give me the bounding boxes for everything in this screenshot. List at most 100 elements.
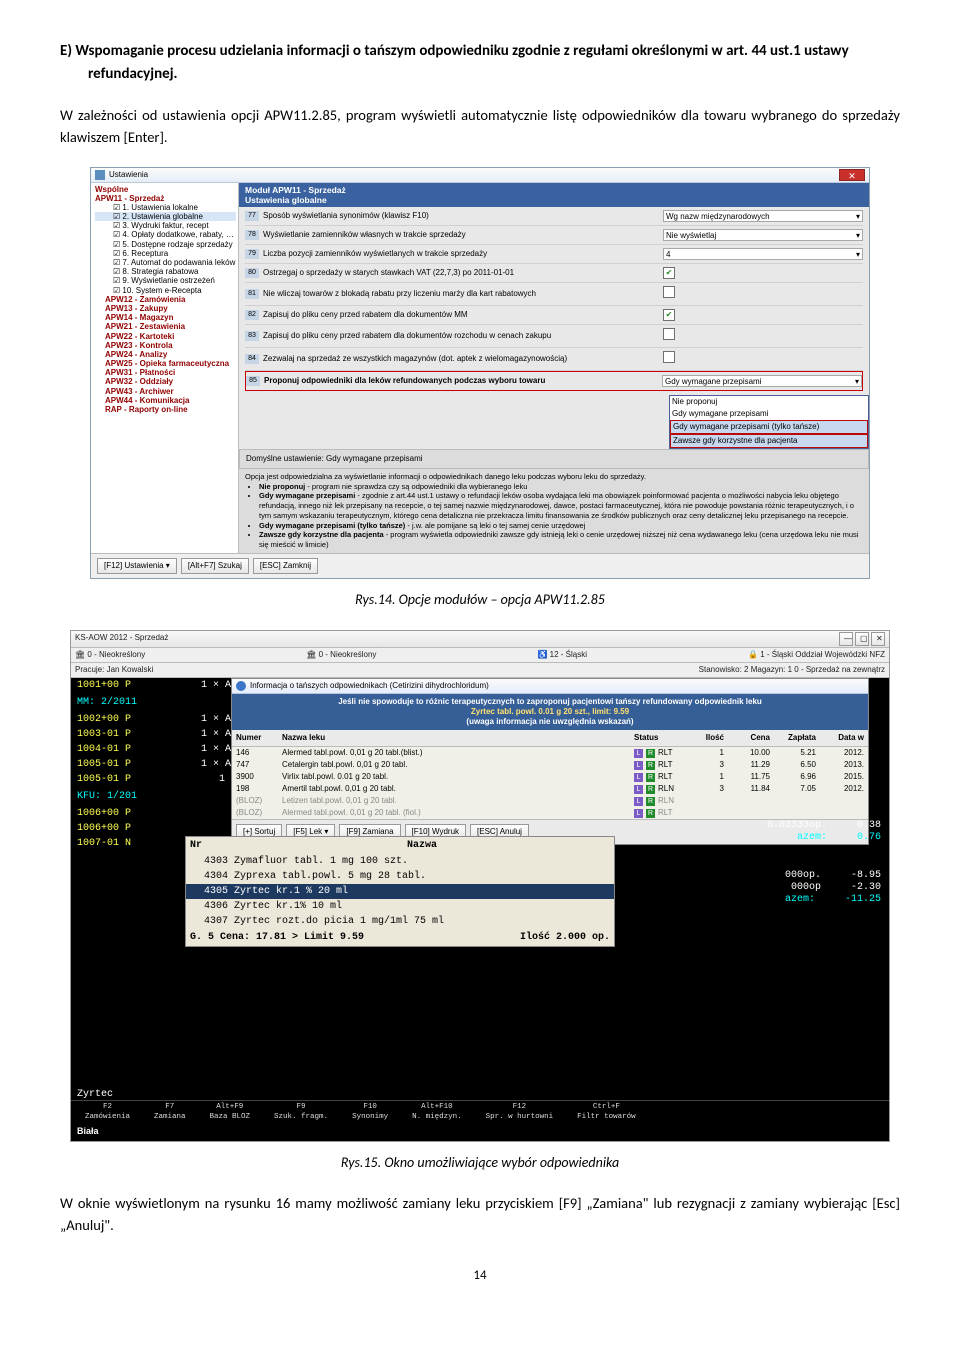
info-icon xyxy=(236,681,246,691)
tree-item[interactable]: ☑ 8. Strategia rabatowa xyxy=(95,267,236,276)
sales-body: 1001+00 P1 × AfMM: 2/20111002+00 P1 × Af… xyxy=(71,678,889,1141)
window-title: Ustawienia xyxy=(109,169,148,181)
page-number: 14 xyxy=(60,1266,900,1286)
lookup-row[interactable]: 4306Zyrtec kr.1% 10 ml xyxy=(186,899,614,914)
tree-module[interactable]: APW25 - Opieka farmaceutyczna xyxy=(95,359,236,368)
setting-dropdown[interactable]: Nie wyświetlaj▾ xyxy=(663,229,863,241)
tree-item[interactable]: ☑ 3. Wydruki faktur, recept xyxy=(95,221,236,230)
setting-row-77: 77Sposób wyświetlania synonimów (klawisz… xyxy=(245,207,863,226)
tree-item[interactable]: ☑ 5. Dostępne rodzaje sprzedaży xyxy=(95,240,236,249)
lookup-row[interactable]: 4304Zyprexa tabl.powl. 5 mg 28 tabl. xyxy=(186,869,614,884)
substitute-row[interactable]: 747Cetalergin tabl.powl. 0,01 g 20 tabl.… xyxy=(232,759,868,771)
figure-14-caption: Rys.14. Opcje modułów – opcja APW11.2.85 xyxy=(60,589,900,610)
setting-row-84: 84Zezwalaj na sprzedaż ze wszystkich mag… xyxy=(245,348,863,371)
settings-tree[interactable]: Wspólne APW11 - Sprzedaż ☑ 1. Ustawienia… xyxy=(91,183,239,553)
dropdown-option[interactable]: Gdy wymagane przepisami xyxy=(670,408,868,420)
dropdown-option[interactable]: Gdy wymagane przepisami (tylko tańsze) xyxy=(670,420,868,434)
minimize-button[interactable]: — xyxy=(839,632,853,646)
tree-module[interactable]: APW32 - Oddziały xyxy=(95,377,236,386)
dropdown-option[interactable]: Nie proponuj xyxy=(670,396,868,408)
footer-button[interactable]: [F12] Ustawienia ▾ xyxy=(97,558,177,574)
setting-85-options[interactable]: Nie proponujGdy wymagane przepisamiGdy w… xyxy=(669,395,869,449)
maximize-button[interactable]: ▢ xyxy=(855,632,869,646)
fkey-item[interactable]: Alt+F9Baza BLOZ xyxy=(198,1101,263,1124)
entry-row xyxy=(71,1089,889,1100)
fkey-item[interactable]: Ctrl+FFiltr towarów xyxy=(565,1101,648,1124)
section-letter: E) xyxy=(60,42,72,60)
setting-checkbox[interactable] xyxy=(663,351,675,363)
close-button[interactable]: ✕ xyxy=(839,169,865,181)
tree-module[interactable]: APW31 - Płatności xyxy=(95,368,236,377)
tree-item[interactable]: ☑ 7. Automat do podawania leków xyxy=(95,258,236,267)
section-heading: E) Wspomaganie procesu udzielania inform… xyxy=(60,40,900,85)
function-key-strip: F2ZamówieniaF7ZamianaAlt+F9Baza BLOZF9Sz… xyxy=(71,1100,889,1124)
tree-module[interactable]: APW24 - Analizy xyxy=(95,350,236,359)
setting-row-82: 82Zapisuj do pliku ceny przed rabatem dl… xyxy=(245,306,863,325)
close-button[interactable]: ✕ xyxy=(871,632,885,646)
panel-header: Moduł APW11 - Sprzedaż Ustawienia global… xyxy=(239,183,869,207)
lookup-header: Nr Nazwa xyxy=(186,837,614,854)
substitute-row[interactable]: (BLOZ)Letizen tabl.powl. 0,01 g 20 tabl.… xyxy=(232,795,868,807)
tree-item[interactable]: ☑ 1. Ustawienia lokalne xyxy=(95,203,236,212)
tree-root[interactable]: Wspólne xyxy=(95,185,236,194)
paragraph-2: W oknie wyświetlonym na rysunku 16 mamy … xyxy=(60,1193,900,1237)
setting-dropdown[interactable]: 4▾ xyxy=(663,248,863,260)
tree-item[interactable]: ☑ 10. System e-Recepta xyxy=(95,286,236,295)
lookup-row[interactable]: 4303Zymafluor tabl. 1 mg 100 szt. xyxy=(186,854,614,869)
tree-item[interactable]: ☑ 9. Wyświetlanie ostrzeżeń xyxy=(95,276,236,285)
tree-module[interactable]: APW22 - Kartoteki xyxy=(95,332,236,341)
footer-button[interactable]: [Alt+F7] Szukaj xyxy=(181,558,249,574)
status-label: Biała xyxy=(71,1123,889,1141)
sales-titlebar: KS-AOW 2012 - Sprzedaż — ▢ ✕ xyxy=(71,631,889,648)
setting-checkbox[interactable] xyxy=(663,328,675,340)
setting-row-83: 83Zapisuj do pliku ceny przed rabatem dl… xyxy=(245,325,863,348)
product-lookup: Nr Nazwa 4303Zymafluor tabl. 1 mg 100 sz… xyxy=(185,836,615,947)
tree-item[interactable]: ☑ 2. Ustawienia globalne xyxy=(95,212,236,221)
tree-module[interactable]: APW23 - Kontrola xyxy=(95,341,236,350)
titlebar: Ustawienia ✕ xyxy=(91,168,869,183)
tree-item[interactable]: ☑ 6. Receptura xyxy=(95,249,236,258)
fkey-item[interactable]: F2Zamówienia xyxy=(73,1101,142,1124)
amount-display: azem:-11.25 xyxy=(785,892,881,907)
fkey-item[interactable]: F10Synonimy xyxy=(340,1101,400,1124)
setting-description: Opcja jest odpowiedzialna za wyświetlani… xyxy=(239,469,869,553)
setting-checkbox[interactable]: ✔ xyxy=(663,309,675,321)
tree-module[interactable]: APW21 - Zestawienia xyxy=(95,322,236,331)
setting-dropdown[interactable]: Wg nazw międzynarodowych▾ xyxy=(663,210,863,222)
tree-module[interactable]: RAP - Raporty on-line xyxy=(95,405,236,414)
tree-module[interactable]: APW43 - Archiwer xyxy=(95,387,236,396)
footer-button[interactable]: [ESC] Zamknij xyxy=(253,558,318,574)
setting-checkbox[interactable] xyxy=(663,286,675,298)
setting-row-85: 85Proponuj odpowiedniki dla leków refund… xyxy=(245,371,863,391)
paragraph-1: W zależności od ustawienia opcji APW11.2… xyxy=(60,105,900,149)
fkey-item[interactable]: F12Spr. w hurtowni xyxy=(474,1101,566,1124)
substitute-row[interactable]: 3900Virlix tabl.powl. 0.01 g 20 tabl.LRR… xyxy=(232,771,868,783)
figure-14: Ustawienia ✕ Wspólne APW11 - Sprzedaż ☑ … xyxy=(60,167,900,610)
lookup-row[interactable]: 4307Zyrtec rozt.do picia 1 mg/1ml 75 ml xyxy=(186,914,614,929)
setting-row-79: 79Liczba pozycji zamienników wyświetlany… xyxy=(245,245,863,264)
search-input[interactable] xyxy=(77,1089,177,1100)
dialog-columns: Numer Nazwa leku Status Ilość Cena Zapła… xyxy=(232,730,868,747)
tree-module[interactable]: APW44 - Komunikacja xyxy=(95,396,236,405)
default-setting-label: Domyślne ustawienie: Gdy wymagane przepi… xyxy=(239,449,869,469)
setting-checkbox[interactable]: ✔ xyxy=(663,267,675,279)
lookup-row[interactable]: 4305Zyrtec kr.1 % 20 ml xyxy=(186,884,614,899)
fkey-item[interactable]: Alt+F10N. międzyn. xyxy=(400,1101,474,1124)
fkey-item[interactable]: F9Szuk. fragm. xyxy=(262,1101,340,1124)
figure-15-caption: Rys.15. Okno umożliwiające wybór odpowie… xyxy=(60,1152,900,1173)
substitute-row[interactable]: 198Amertil tabl.powl. 0,01 g 20 tabl.LRR… xyxy=(232,783,868,795)
setting-dropdown[interactable]: Gdy wymagane przepisami▾ xyxy=(662,375,862,387)
lookup-footer: G. 5 Cena: 17.81 > Limit 9.59 Ilość 2.00… xyxy=(186,929,614,946)
settings-window: Ustawienia ✕ Wspólne APW11 - Sprzedaż ☑ … xyxy=(90,167,870,579)
tree-module[interactable]: APW14 - Magazyn xyxy=(95,313,236,322)
bottom-bar: [F12] Ustawienia ▾[Alt+F7] Szukaj[ESC] Z… xyxy=(91,553,869,578)
tree-module[interactable]: APW12 - Zamówienia xyxy=(95,295,236,304)
fkey-item[interactable]: F7Zamiana xyxy=(142,1101,198,1124)
section-title: Wspomaganie procesu udzielania informacj… xyxy=(75,42,848,83)
dropdown-option[interactable]: Zawsze gdy korzystne dla pacjenta xyxy=(670,434,868,448)
tree-module[interactable]: APW13 - Zakupy xyxy=(95,304,236,313)
substitute-row[interactable]: 146Alermed tabl.powl. 0,01 g 20 tabl.(bl… xyxy=(232,747,868,759)
tree-item[interactable]: ☑ 4. Opłaty dodatkowe, rabaty, ryczałt xyxy=(95,230,236,239)
setting-row-81: 81Nie wliczaj towarów z blokadą rabatu p… xyxy=(245,283,863,306)
tree-group[interactable]: APW11 - Sprzedaż xyxy=(95,194,236,203)
